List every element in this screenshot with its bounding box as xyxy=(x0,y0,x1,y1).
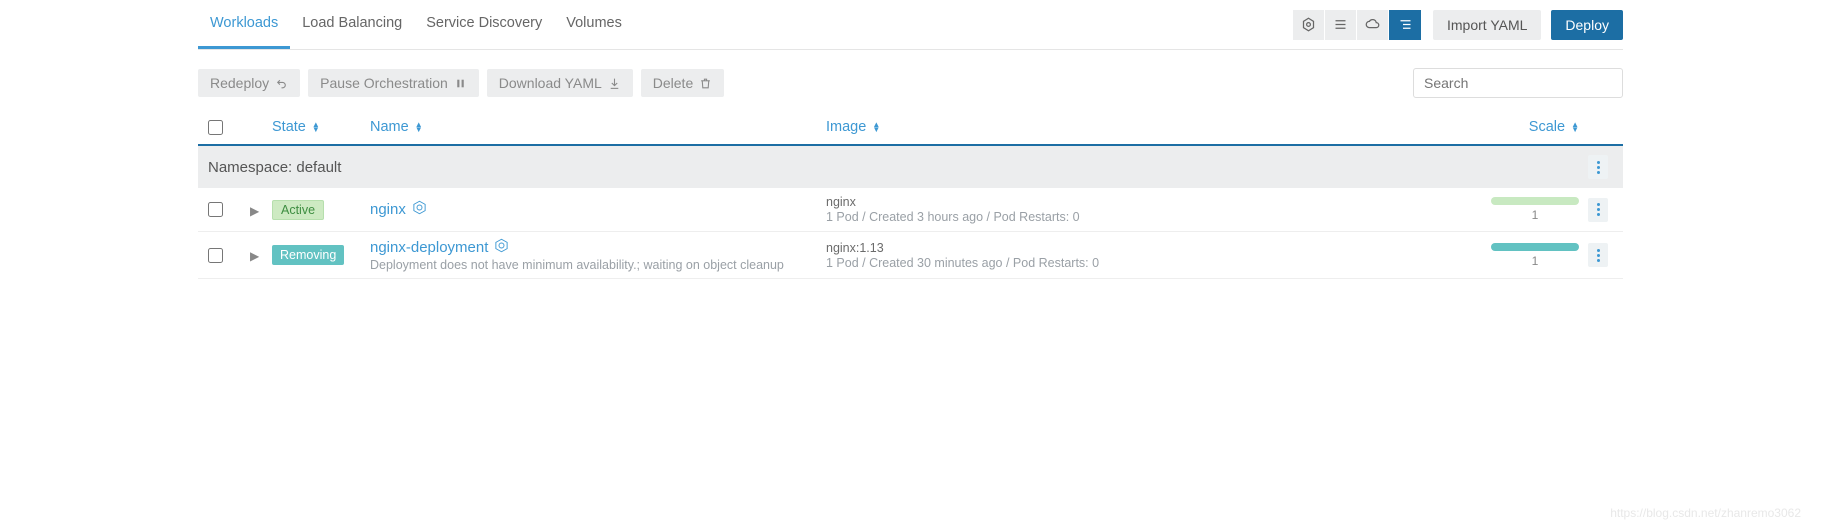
redeploy-label: Redeploy xyxy=(210,75,269,91)
delete-label: Delete xyxy=(653,75,693,91)
column-header-state-label: State xyxy=(272,119,306,135)
scale-count: 1 xyxy=(1532,254,1539,268)
column-header-image[interactable]: Image ▲▼ xyxy=(826,119,1280,135)
deploy-button[interactable]: Deploy xyxy=(1551,10,1623,40)
view-cloud-icon[interactable] xyxy=(1357,10,1389,40)
expand-toggle-icon[interactable]: ▶ xyxy=(250,204,259,218)
delete-button[interactable]: Delete xyxy=(641,69,724,97)
scale-indicator: 1 xyxy=(1491,243,1579,268)
tab-volumes[interactable]: Volumes xyxy=(554,0,634,49)
view-tree-icon[interactable] xyxy=(1389,10,1421,40)
import-yaml-button[interactable]: Import YAML xyxy=(1433,10,1541,40)
column-header-image-label: Image xyxy=(826,119,866,135)
view-mode-group xyxy=(1293,10,1421,40)
kubernetes-icon xyxy=(412,200,427,219)
column-header-scale-label: Scale xyxy=(1529,119,1565,135)
column-header-name[interactable]: Name ▲▼ xyxy=(370,119,826,135)
column-header-name-label: Name xyxy=(370,119,409,135)
row-checkbox[interactable] xyxy=(208,202,223,217)
download-icon xyxy=(608,77,621,90)
select-all-checkbox[interactable] xyxy=(208,120,223,135)
status-badge: Removing xyxy=(272,245,344,265)
action-toolbar: Redeploy Pause Orchestration Download YA… xyxy=(198,50,1623,110)
scale-bar xyxy=(1491,197,1579,205)
kubernetes-icon xyxy=(494,238,509,257)
scale-indicator: 1 xyxy=(1491,197,1579,222)
workload-name-text: nginx xyxy=(370,201,406,218)
workload-name-text: nginx-deployment xyxy=(370,239,488,256)
tab-workloads[interactable]: Workloads xyxy=(198,0,290,49)
download-yaml-button[interactable]: Download YAML xyxy=(487,69,633,97)
pause-icon xyxy=(454,77,467,90)
workload-name-link[interactable]: nginx xyxy=(370,200,826,219)
workloads-table: State ▲▼ Name ▲▼ Image ▲▼ Scale ▲▼ Names… xyxy=(198,110,1623,279)
view-refresh-icon[interactable] xyxy=(1293,10,1325,40)
workload-name-link[interactable]: nginx-deployment xyxy=(370,238,826,257)
download-label: Download YAML xyxy=(499,75,602,91)
watermark: https://blog.csdn.net/zhanremo3062 xyxy=(1610,506,1801,520)
view-list-icon[interactable] xyxy=(1325,10,1357,40)
table-row: ▶ Removing nginx-deployment Deployment d… xyxy=(198,232,1623,279)
top-tab-bar: Workloads Load Balancing Service Discove… xyxy=(198,0,1623,50)
status-badge: Active xyxy=(272,200,324,220)
namespace-label: Namespace: default xyxy=(208,159,1583,176)
expand-toggle-icon[interactable]: ▶ xyxy=(250,249,259,263)
column-header-state[interactable]: State ▲▼ xyxy=(272,119,370,135)
pause-label: Pause Orchestration xyxy=(320,75,448,91)
image-name: nginx xyxy=(826,195,1280,209)
column-header-scale[interactable]: Scale ▲▼ xyxy=(1280,119,1583,135)
table-row: ▶ Active nginx nginx 1 Pod / Create xyxy=(198,188,1623,232)
row-checkbox[interactable] xyxy=(208,248,223,263)
sort-icon: ▲▼ xyxy=(312,122,320,132)
row-menu-button[interactable] xyxy=(1588,243,1608,267)
namespace-group-row: Namespace: default xyxy=(198,146,1623,188)
group-menu-button[interactable] xyxy=(1588,155,1608,179)
sort-icon: ▲▼ xyxy=(1571,122,1579,132)
workload-sub-text: Deployment does not have minimum availab… xyxy=(370,258,826,272)
tabs: Workloads Load Balancing Service Discove… xyxy=(198,0,634,49)
pause-orchestration-button[interactable]: Pause Orchestration xyxy=(308,69,479,97)
undo-icon xyxy=(275,77,288,90)
sort-icon: ▲▼ xyxy=(872,122,880,132)
scale-count: 1 xyxy=(1532,208,1539,222)
trash-icon xyxy=(699,77,712,90)
search-input[interactable] xyxy=(1413,68,1623,98)
tab-load-balancing[interactable]: Load Balancing xyxy=(290,0,414,49)
table-header: State ▲▼ Name ▲▼ Image ▲▼ Scale ▲▼ xyxy=(198,110,1623,146)
image-meta: 1 Pod / Created 30 minutes ago / Pod Res… xyxy=(826,256,1280,270)
redeploy-button[interactable]: Redeploy xyxy=(198,69,300,97)
image-name: nginx:1.13 xyxy=(826,241,1280,255)
image-meta: 1 Pod / Created 3 hours ago / Pod Restar… xyxy=(826,210,1280,224)
sort-icon: ▲▼ xyxy=(415,122,423,132)
scale-bar xyxy=(1491,243,1579,251)
tab-service-discovery[interactable]: Service Discovery xyxy=(414,0,554,49)
row-menu-button[interactable] xyxy=(1588,198,1608,222)
